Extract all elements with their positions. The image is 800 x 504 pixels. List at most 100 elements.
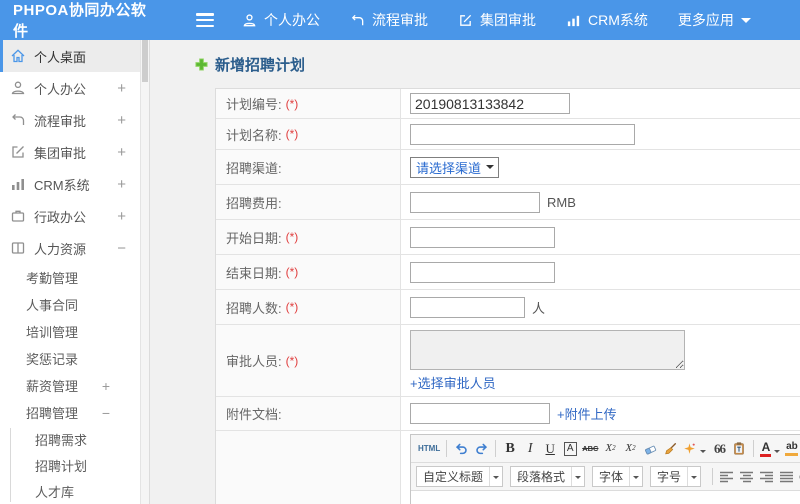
headcount-input[interactable] bbox=[410, 296, 525, 318]
collapse-icon[interactable]: − bbox=[117, 240, 126, 257]
sidebar-item-recruit-demand[interactable]: 招聘需求 bbox=[0, 426, 140, 452]
redo-button[interactable] bbox=[471, 438, 491, 459]
briefcase-icon bbox=[11, 210, 25, 222]
top-nav: 个人办公 流程审批 集团审批 CRM系统 更多应用 bbox=[242, 10, 751, 30]
book-icon bbox=[11, 242, 25, 254]
nav-crm-system[interactable]: CRM系统 bbox=[566, 10, 648, 30]
expand-icon[interactable]: + bbox=[117, 144, 126, 161]
align-justify-button[interactable] bbox=[777, 466, 797, 487]
auto-typeset-button[interactable] bbox=[680, 438, 709, 459]
page-title-text: 新增招聘计划 bbox=[215, 57, 306, 74]
topbar: PHPOA协同办公软件 个人办公 流程审批 集团审批 CRM系统 更多应用 bbox=[0, 0, 800, 40]
expand-icon[interactable]: + bbox=[102, 378, 110, 394]
scrollbar-thumb[interactable] bbox=[142, 40, 148, 82]
sidebar-item-talent-pool[interactable]: 人才库 bbox=[0, 478, 140, 504]
font-color-button[interactable]: A bbox=[758, 438, 783, 459]
bar-chart-icon bbox=[567, 15, 580, 26]
font-family-select[interactable]: 字体 bbox=[592, 466, 644, 487]
expand-icon[interactable]: + bbox=[117, 208, 126, 225]
sidebar-item-workflow-approval[interactable]: 流程审批 + bbox=[0, 104, 140, 136]
upload-attachment-link[interactable]: +附件上传 bbox=[557, 404, 617, 423]
sidebar-item-crm[interactable]: CRM系统 + bbox=[0, 168, 140, 200]
select-approvers-link[interactable]: +选择审批人员 bbox=[410, 373, 496, 392]
nav-more-apps[interactable]: 更多应用 bbox=[678, 10, 751, 30]
undo-button[interactable] bbox=[451, 438, 471, 459]
subscript-button[interactable]: X2 bbox=[620, 438, 640, 459]
channel-select[interactable]: 请选择渠道 bbox=[410, 156, 500, 178]
form-row: 招聘渠道: 请选择渠道 bbox=[216, 150, 800, 185]
underline-button[interactable]: U bbox=[540, 438, 560, 459]
strikethrough-button[interactable]: ABC bbox=[580, 438, 600, 459]
plan-name-input[interactable] bbox=[410, 123, 635, 145]
expand-icon[interactable]: + bbox=[117, 176, 126, 193]
plan-number-input[interactable] bbox=[410, 93, 570, 114]
paste-text-button[interactable] bbox=[729, 438, 749, 459]
field-label: 结束日期: (*) bbox=[216, 255, 401, 289]
nav-workflow-approval[interactable]: 流程审批 bbox=[350, 10, 428, 30]
caret-down-icon bbox=[700, 449, 707, 456]
undo-icon bbox=[455, 443, 467, 454]
paragraph-format-select[interactable]: 段落格式 bbox=[510, 466, 586, 487]
nav-personal-office[interactable]: 个人办公 bbox=[242, 10, 320, 30]
attachment-input[interactable] bbox=[410, 403, 550, 424]
highlight-letters: ab bbox=[786, 440, 798, 452]
sidebar-label: CRM系统 bbox=[34, 177, 90, 193]
field-label: 招聘费用: bbox=[216, 185, 401, 219]
label-text: 附件文档: bbox=[226, 407, 282, 422]
start-date-input[interactable] bbox=[410, 226, 555, 248]
sidebar-item-desktop[interactable]: 个人桌面 bbox=[0, 40, 140, 72]
sidebar-label: 薪资管理 bbox=[26, 379, 79, 394]
label-text: 计划编号: bbox=[226, 97, 282, 112]
label-text: 开始日期: bbox=[226, 230, 282, 246]
sidebar-item-group-approval[interactable]: 集团审批 + bbox=[0, 136, 140, 168]
sidebar-scrollbar[interactable] bbox=[140, 40, 150, 504]
menu-toggle-icon[interactable] bbox=[196, 13, 214, 27]
font-family-value: 字体 bbox=[599, 470, 624, 484]
font-color-letter: A bbox=[761, 439, 771, 454]
person-icon bbox=[243, 13, 256, 26]
sidebar-item-hr-contract[interactable]: 人事合同 bbox=[0, 291, 140, 318]
collapse-icon[interactable]: − bbox=[102, 405, 110, 421]
fee-input[interactable] bbox=[410, 191, 540, 213]
end-date-input[interactable] bbox=[410, 261, 555, 283]
align-left-button[interactable] bbox=[717, 466, 737, 487]
required-mark: (*) bbox=[285, 230, 299, 244]
sidebar-item-attendance[interactable]: 考勤管理 bbox=[0, 264, 140, 291]
italic-button[interactable]: I bbox=[520, 438, 540, 459]
form-row: 审批人员: (*) +选择审批人员 bbox=[216, 325, 800, 397]
align-right-button[interactable] bbox=[757, 466, 777, 487]
expand-icon[interactable]: + bbox=[117, 80, 126, 97]
highlight-button[interactable]: ab bbox=[783, 438, 800, 459]
boxed-a-icon: A bbox=[563, 441, 577, 456]
field-label: 审批人员: (*) bbox=[216, 325, 401, 396]
align-center-button[interactable] bbox=[737, 466, 757, 487]
eraser-button[interactable] bbox=[640, 438, 660, 459]
recruitment-plan-form: 计划编号:(*) 计划名称:(*) 招聘渠道: 请选择渠道 招聘费用: RMB bbox=[215, 88, 800, 504]
sidebar-item-rewards[interactable]: 奖惩记录 bbox=[0, 345, 140, 372]
format-painter-button[interactable] bbox=[660, 438, 680, 459]
caret-down-icon bbox=[629, 467, 642, 486]
bold-button[interactable]: B bbox=[500, 438, 520, 459]
field-label: 招聘人数: (*) bbox=[216, 290, 401, 324]
heading-select[interactable]: 自定义标题 bbox=[416, 466, 504, 487]
label-text: 结束日期: bbox=[226, 265, 282, 281]
html-source-button[interactable]: HTML bbox=[416, 438, 442, 459]
sidebar-item-hr[interactable]: 人力资源 − bbox=[0, 232, 140, 264]
font-border-button[interactable]: A bbox=[560, 438, 580, 459]
sidebar-item-training[interactable]: 培训管理 bbox=[0, 318, 140, 345]
nav-group-approval[interactable]: 集团审批 bbox=[458, 10, 536, 30]
expand-icon[interactable]: + bbox=[117, 112, 126, 129]
font-size-select[interactable]: 字号 bbox=[650, 466, 702, 487]
sidebar-item-personal-office[interactable]: 个人办公 + bbox=[0, 72, 140, 104]
blockquote-button[interactable]: 66 bbox=[709, 438, 729, 459]
approvers-textarea[interactable] bbox=[410, 330, 685, 370]
sidebar-item-recruit-mgmt[interactable]: 招聘管理 − bbox=[0, 399, 140, 426]
sidebar-item-recruit-plan[interactable]: 招聘计划 bbox=[0, 452, 140, 478]
clipboard-icon bbox=[734, 442, 745, 455]
editor-content-area[interactable] bbox=[411, 491, 800, 504]
label-text: 审批人员: bbox=[226, 354, 282, 369]
superscript-button[interactable]: X2 bbox=[600, 438, 620, 459]
app-window: PHPOA协同办公软件 个人办公 流程审批 集团审批 CRM系统 更多应用 个人… bbox=[0, 0, 800, 504]
sidebar-item-salary[interactable]: 薪资管理 + bbox=[0, 372, 140, 399]
sidebar-item-admin-office[interactable]: 行政办公 + bbox=[0, 200, 140, 232]
